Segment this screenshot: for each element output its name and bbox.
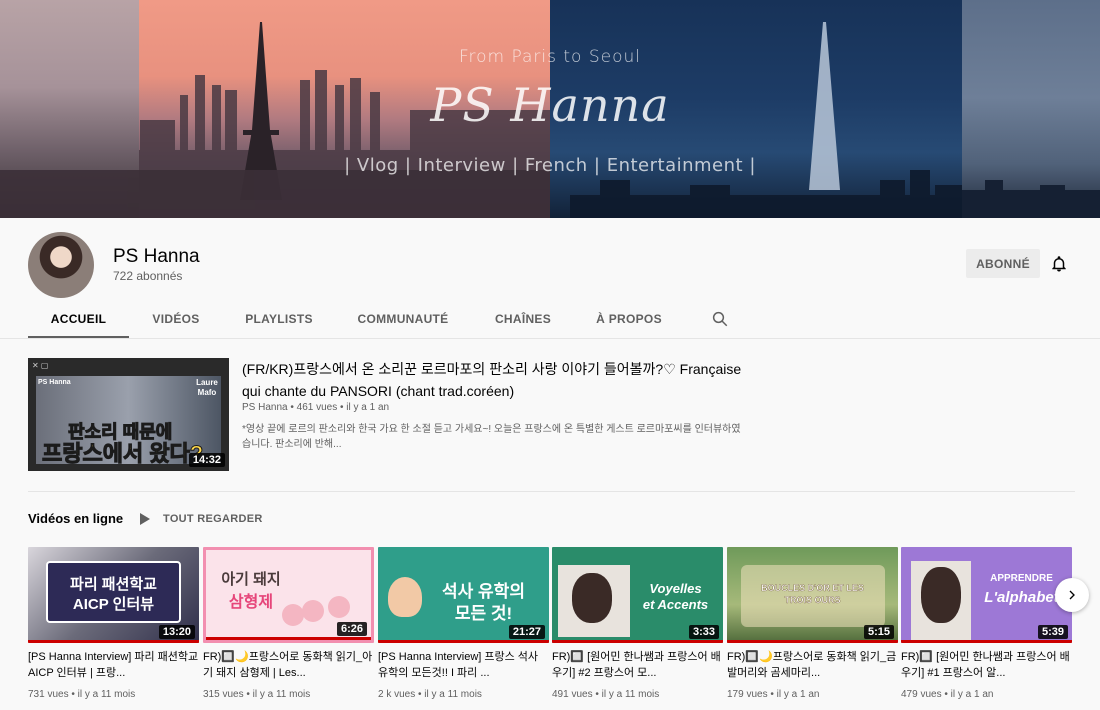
subscribed-button[interactable]: ABONNÉ <box>966 249 1040 278</box>
thumb-text-line1: 파리 패션학교 <box>70 576 157 593</box>
video-card[interactable]: 파리 패션학교 AICP 인터뷰 13:20 [PS Hanna Intervi… <box>28 547 199 707</box>
channel-avatar[interactable] <box>28 232 94 298</box>
video-duration: 5:15 <box>863 625 894 639</box>
subscriber-count: 722 abonnés <box>113 269 183 283</box>
watch-progress-bar <box>901 640 1072 643</box>
watch-progress-bar <box>378 640 549 643</box>
video-meta: 315 vues • il y a 11 mois <box>203 689 311 700</box>
thumb-text-line1: APPRENDRE <box>990 573 1053 584</box>
video-card[interactable]: APPRENDRE L'alphabet 5:39 FR)🔲 [원어민 한나쌤과… <box>901 547 1072 707</box>
video-thumbnail[interactable]: 석사 유학의 모든 것! 21:27 <box>378 547 549 643</box>
thumb-channel-label: PS Hanna <box>38 379 71 386</box>
banner-tagline: From Paris to Seoul <box>458 47 642 67</box>
video-duration: 14:32 <box>188 453 225 467</box>
channel-header: PS Hanna 722 abonnés ABONNÉ ACCUEIL VIDÉ… <box>0 218 1100 339</box>
video-title[interactable]: FR)🔲🌙프랑스어로 동화책 읽기_금발머리와 곰세마리... <box>727 649 898 681</box>
video-card[interactable]: Voyelles et Accents 3:33 FR)🔲 [원어민 한나쌤과 … <box>552 547 723 707</box>
thumb-text-line2: 프랑스에서 왔다? <box>41 441 204 467</box>
notification-bell-icon[interactable] <box>1050 255 1068 273</box>
video-thumbnail[interactable]: 아기 돼지 삼형제 6:26 <box>203 547 374 643</box>
video-thumbnail[interactable]: BOUCLES D'OR ET LES TROIS OURS 5:15 <box>727 547 898 643</box>
channel-banner: From Paris to Seoul PS Hanna | Vlog | In… <box>0 0 1100 218</box>
section-divider <box>28 491 1075 492</box>
tab-communaute[interactable]: COMMUNAUTÉ <box>351 300 455 338</box>
video-card[interactable]: 아기 돼지 삼형제 6:26 FR)🔲🌙프랑스어로 동화책 읽기_아기 돼지 삼… <box>203 547 374 707</box>
featured-video-meta: PS Hanna • 461 vues • il y a 1 an <box>242 402 390 413</box>
watch-progress-bar <box>28 640 199 643</box>
thumb-text-line1: 아기 돼지 <box>221 571 281 588</box>
play-all-label: TOUT REGARDER <box>163 513 263 525</box>
thumb-text-line2: AICP 인터뷰 <box>72 596 155 613</box>
thumb-text-line1: BOUCLES D'OR ET LES <box>761 583 864 593</box>
video-title[interactable]: FR)🔲 [원어민 한나쌤과 프랑스어 배우기] #2 프랑스어 모... <box>552 649 723 681</box>
tab-a-propos[interactable]: À PROPOS <box>587 300 671 338</box>
tab-chaines[interactable]: CHAÎNES <box>484 300 562 338</box>
video-card[interactable]: BOUCLES D'OR ET LES TROIS OURS 5:15 FR)🔲… <box>727 547 898 707</box>
thumb-guest-name: Laure Mafo <box>196 378 218 397</box>
tab-playlists[interactable]: PLAYLISTS <box>237 300 321 338</box>
video-duration: 21:27 <box>508 625 545 639</box>
banner-subtitle: | Vlog | Interview | French | Entertainm… <box>344 155 756 176</box>
channel-name: PS Hanna <box>113 246 200 267</box>
video-meta: 731 vues • il y a 11 mois <box>28 689 136 700</box>
video-meta: 2 k vues • il y a 11 mois <box>378 689 482 700</box>
video-meta: 179 vues • il y a 1 an <box>727 689 820 700</box>
video-duration: 5:39 <box>1037 625 1068 639</box>
watch-progress-bar <box>206 637 371 640</box>
video-title[interactable]: [PS Hanna Interview] 프랑스 석사 유학의 모든것!! I … <box>378 649 549 681</box>
watch-progress-bar <box>552 640 723 643</box>
channel-tabs: ACCUEIL VIDÉOS PLAYLISTS COMMUNAUTÉ CHAÎ… <box>0 300 1100 338</box>
video-title[interactable]: FR)🔲 [원어민 한나쌤과 프랑스어 배우기] #1 프랑스어 알... <box>901 649 1072 681</box>
thumb-text-line2: et Accents <box>642 597 709 612</box>
featured-video: ✕ ▢ PS Hanna Laure Mafo 판소리 때문에 프랑스에서 왔다… <box>28 358 1075 472</box>
banner-title: PS Hanna <box>430 78 670 132</box>
video-duration: 13:20 <box>158 625 195 639</box>
shelf-next-button[interactable] <box>1055 578 1089 612</box>
shelf-title[interactable]: Vidéos en ligne <box>28 511 123 526</box>
thumb-text-line2: 삼형제 <box>228 594 274 611</box>
thumb-text-line2: 모든 것! <box>454 604 513 623</box>
thumb-text-line2: TROIS OURS <box>784 595 841 605</box>
video-title[interactable]: FR)🔲🌙프랑스어로 동화책 읽기_아기 돼지 삼형제 | Les... <box>203 649 374 681</box>
video-thumbnail[interactable]: Voyelles et Accents 3:33 <box>552 547 723 643</box>
thumb-text-line1: Voyelles <box>649 581 702 596</box>
video-thumbnail[interactable]: APPRENDRE L'alphabet 5:39 <box>901 547 1072 643</box>
video-meta: 491 vues • il y a 11 mois <box>552 689 660 700</box>
play-icon <box>140 513 150 525</box>
tab-videos[interactable]: VIDÉOS <box>140 300 212 338</box>
featured-video-description: *영상 끝에 로르의 판소리와 한국 가요 한 소절 듣고 가세요~! 오늘은 … <box>242 424 741 450</box>
video-meta: 479 vues • il y a 1 an <box>901 689 994 700</box>
video-duration: 6:26 <box>336 622 367 636</box>
video-duration: 3:33 <box>688 625 719 639</box>
video-card[interactable]: 석사 유학의 모든 것! 21:27 [PS Hanna Interview] … <box>378 547 549 707</box>
chevron-right-icon <box>1069 590 1075 600</box>
channel-search-icon[interactable] <box>711 310 729 328</box>
watch-progress-bar <box>727 640 898 643</box>
featured-video-title[interactable]: (FR/KR)프랑스에서 온 소리꾼 로르마포의 판소리 사랑 이야기 들어볼까… <box>242 358 742 402</box>
featured-video-thumbnail[interactable]: ✕ ▢ PS Hanna Laure Mafo 판소리 때문에 프랑스에서 왔다… <box>28 358 229 471</box>
video-thumbnail[interactable]: 파리 패션학교 AICP 인터뷰 13:20 <box>28 547 199 643</box>
video-title[interactable]: [PS Hanna Interview] 파리 패션학교 AICP 인터뷰 | … <box>28 649 199 681</box>
tab-accueil[interactable]: ACCUEIL <box>28 300 129 338</box>
